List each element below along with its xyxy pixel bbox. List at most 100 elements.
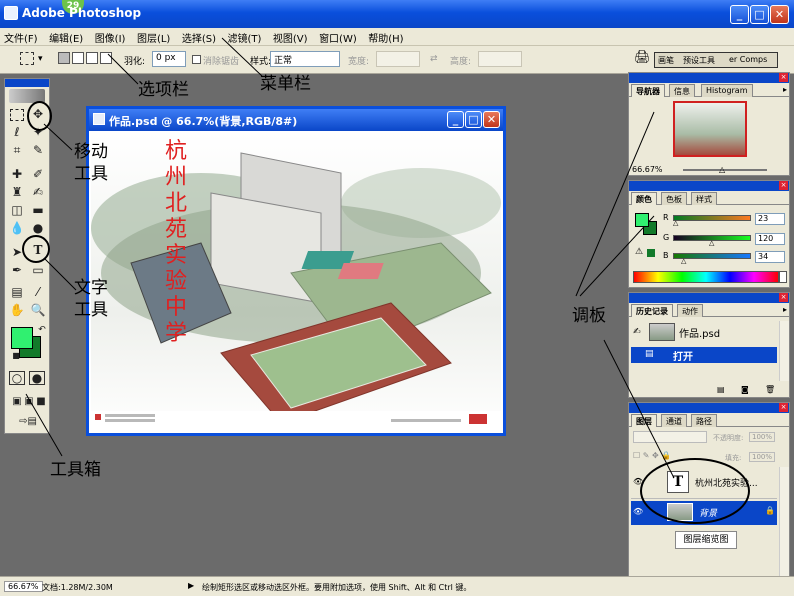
menu-help[interactable]: 帮助(H): [364, 28, 407, 47]
standard-mode-icon[interactable]: ○: [9, 371, 25, 385]
screen-mode-full-icon[interactable]: ■: [32, 393, 50, 411]
channel-r-thumb-icon[interactable]: △: [673, 219, 678, 227]
slice-tool-icon[interactable]: ✎: [29, 141, 47, 159]
panel-header[interactable]: ×: [629, 73, 789, 83]
channel-r-value[interactable]: 23: [755, 213, 785, 225]
history-scrollbar[interactable]: [779, 321, 789, 381]
crop-tool-icon[interactable]: ⌗: [8, 141, 26, 159]
menu-window[interactable]: 窗口(W): [315, 28, 361, 47]
palette-tab-brushes[interactable]: 画笔: [658, 55, 674, 66]
snapshot-thumbnail[interactable]: [649, 323, 675, 341]
preset-dropdown-icon[interactable]: ▾: [38, 54, 43, 64]
subtract-selection-icon[interactable]: [86, 52, 98, 64]
color-ramp-white[interactable]: [779, 271, 787, 283]
menu-layer[interactable]: 图层(L): [133, 28, 174, 47]
tab-info[interactable]: 信息: [669, 84, 695, 97]
panel-header[interactable]: ×: [629, 293, 789, 303]
new-document-from-state-icon[interactable]: ▤: [717, 385, 725, 394]
history-step-open[interactable]: ▤ 打开: [631, 347, 777, 363]
eyedropper-tool-icon[interactable]: ⁄: [29, 283, 47, 301]
opacity-value[interactable]: 100%: [749, 432, 776, 442]
tab-actions[interactable]: 动作: [677, 304, 703, 317]
pen-tool-icon[interactable]: ✒: [8, 261, 26, 279]
healing-brush-tool-icon[interactable]: ✚: [8, 165, 26, 183]
channel-b-thumb-icon[interactable]: △: [681, 257, 686, 265]
marquee-tool-icon[interactable]: [10, 109, 24, 121]
panel-menu-icon[interactable]: ▸: [783, 305, 787, 314]
gamut-warning-icon[interactable]: ⚠: [635, 247, 643, 257]
tab-layers[interactable]: 图层: [631, 414, 657, 427]
channel-r-slider[interactable]: [673, 215, 751, 221]
brush-tool-icon[interactable]: ✐: [29, 165, 47, 183]
maximize-icon[interactable]: □: [750, 5, 769, 24]
channel-b-value[interactable]: 34: [755, 251, 785, 263]
lock-icons[interactable]: ☐ ✎ ✥ 🔒: [633, 451, 671, 460]
slider-thumb-icon[interactable]: △: [719, 165, 725, 174]
panel-close-icon[interactable]: ×: [779, 73, 788, 82]
status-menu-icon[interactable]: ▶: [188, 581, 194, 590]
gradient-tool-icon[interactable]: ▬: [29, 201, 47, 219]
eraser-tool-icon[interactable]: ◫: [8, 201, 26, 219]
tab-history[interactable]: 历史记录: [631, 304, 673, 317]
minimize-icon[interactable]: _: [730, 5, 749, 24]
marquee-preset-icon[interactable]: [20, 52, 34, 65]
doc-close-icon[interactable]: ✕: [483, 111, 500, 128]
visibility-eye-icon[interactable]: 👁: [633, 507, 643, 516]
tab-paths[interactable]: 路径: [691, 414, 717, 427]
status-doc-info[interactable]: 文档:1.28M/2.30M: [42, 582, 113, 593]
panel-menu-icon[interactable]: ▸: [783, 85, 787, 94]
tab-navigator[interactable]: 导航器: [631, 84, 665, 97]
default-colors-icon[interactable]: ■: [7, 347, 25, 365]
document-title-bar[interactable]: 作品.psd @ 66.7%(背景,RGB/8#) _ □ ✕: [89, 109, 503, 131]
style-select[interactable]: 正常: [270, 51, 340, 67]
history-brush-tool-icon[interactable]: ✍: [29, 183, 47, 201]
blend-mode-select[interactable]: [633, 431, 707, 443]
feather-input[interactable]: 0 px: [152, 51, 186, 67]
navigator-preview[interactable]: [673, 101, 747, 157]
doc-minimize-icon[interactable]: _: [447, 111, 464, 128]
menu-select[interactable]: 选择(S): [178, 28, 220, 47]
doc-maximize-icon[interactable]: □: [465, 111, 482, 128]
navigator-zoom-value[interactable]: 66.67%: [632, 165, 663, 174]
image-canvas[interactable]: 杭 州 北 苑 实 验 中 学: [91, 133, 501, 433]
shape-tool-icon[interactable]: ▭: [29, 261, 47, 279]
foreground-color-swatch[interactable]: [11, 327, 33, 349]
close-icon[interactable]: ✕: [770, 5, 789, 24]
history-brush-source-icon[interactable]: ✍: [633, 327, 641, 337]
height-input[interactable]: [478, 51, 522, 67]
panel-close-icon[interactable]: ×: [779, 181, 788, 190]
swap-colors-icon[interactable]: ↶: [33, 321, 51, 339]
zoom-tool-icon[interactable]: 🔍: [29, 301, 47, 319]
hand-tool-icon[interactable]: ✋: [8, 301, 26, 319]
quick-mask-mode-icon[interactable]: ●: [29, 371, 45, 385]
notes-tool-icon[interactable]: ▤: [8, 283, 26, 301]
blur-tool-icon[interactable]: 💧: [8, 219, 26, 237]
new-snapshot-icon[interactable]: ◙: [741, 385, 749, 394]
tab-color[interactable]: 颜色: [631, 192, 657, 205]
menu-view[interactable]: 视图(V): [269, 28, 312, 47]
clone-stamp-tool-icon[interactable]: ♜: [8, 183, 26, 201]
toolbox-header[interactable]: [5, 79, 49, 87]
antialias-checkbox[interactable]: [192, 55, 201, 64]
color-fg-swatch[interactable]: [635, 213, 649, 227]
menu-image[interactable]: 图像(I): [91, 28, 130, 47]
tab-styles[interactable]: 样式: [691, 192, 717, 205]
fill-value[interactable]: 100%: [749, 452, 776, 462]
channel-g-value[interactable]: 120: [755, 233, 785, 245]
channel-g-thumb-icon[interactable]: △: [709, 239, 714, 247]
palette-well-icon[interactable]: 🖨: [634, 50, 651, 65]
snapshot-label[interactable]: 作品.psd: [679, 325, 720, 340]
palette-tab-layer-comps[interactable]: er Comps: [729, 55, 767, 64]
swap-icon[interactable]: ⇄: [430, 54, 438, 64]
color-ramp[interactable]: [633, 271, 779, 283]
tab-channels[interactable]: 通道: [661, 414, 687, 427]
menu-file[interactable]: 文件(F): [0, 28, 42, 47]
intersect-selection-icon[interactable]: [100, 52, 112, 64]
menu-filter[interactable]: 滤镜(T): [223, 28, 265, 47]
tab-histogram[interactable]: Histogram: [701, 84, 753, 97]
lasso-tool-icon[interactable]: ℓ: [8, 123, 26, 141]
menu-edit[interactable]: 编辑(E): [45, 28, 87, 47]
new-selection-icon[interactable]: [58, 52, 70, 64]
panel-close-icon[interactable]: ×: [779, 403, 788, 412]
add-selection-icon[interactable]: [72, 52, 84, 64]
